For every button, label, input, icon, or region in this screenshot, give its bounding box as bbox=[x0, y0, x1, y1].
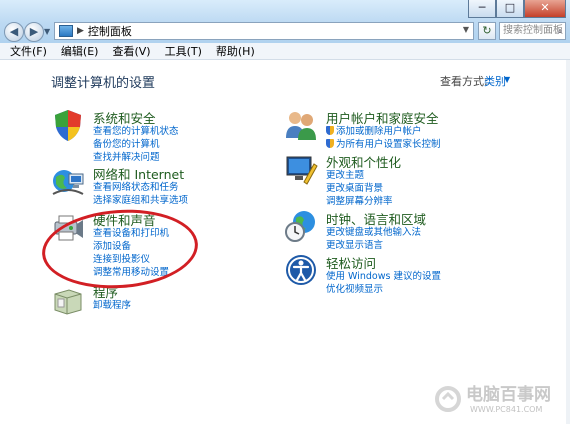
search-placeholder: 搜索控制面板 bbox=[503, 25, 563, 36]
link-view-computer-status[interactable]: 查看您的计算机状态 bbox=[93, 125, 179, 138]
breadcrumb-chevron-icon[interactable]: ▶ bbox=[77, 26, 84, 36]
refresh-button[interactable]: ↻ bbox=[478, 22, 496, 40]
control-panel-window: ─ □ ✕ ◀ ▶ ▼ ▶ 控制面板 ▼ ↻ 搜索控制面板 ⌕ 文件(F) 编辑… bbox=[0, 0, 570, 424]
arrow-right-icon: ▶ bbox=[29, 25, 39, 38]
link-text: 为所有用户设置家长控制 bbox=[336, 139, 441, 150]
users-icon[interactable] bbox=[284, 108, 318, 142]
link-network-status[interactable]: 查看网络状态和任务 bbox=[93, 181, 188, 194]
shield-security-icon[interactable] bbox=[51, 108, 85, 142]
title-bar: ─ □ ✕ ◀ ▶ ▼ ▶ 控制面板 ▼ ↻ 搜索控制面板 ⌕ bbox=[0, 0, 570, 43]
watermark-text: 电脑百事网 bbox=[466, 385, 551, 405]
link-homegroup-sharing[interactable]: 选择家庭组和共享选项 bbox=[93, 194, 188, 207]
view-by-label: 查看方式: bbox=[440, 75, 488, 88]
forward-button[interactable]: ▶ bbox=[24, 22, 44, 42]
address-bar[interactable]: ▶ 控制面板 ▼ bbox=[54, 22, 474, 40]
menu-edit[interactable]: 编辑(E) bbox=[61, 43, 99, 59]
link-screen-resolution[interactable]: 调整屏幕分辨率 bbox=[326, 195, 393, 208]
link-parental-controls[interactable]: 为所有用户设置家长控制 bbox=[326, 138, 441, 151]
page-title: 调整计算机的设置 bbox=[51, 76, 156, 91]
ease-of-access-icon[interactable] bbox=[284, 253, 318, 287]
chevron-down-icon[interactable]: ▼ bbox=[504, 75, 510, 84]
link-text: 添加或删除用户帐户 bbox=[336, 126, 422, 137]
uac-shield-icon bbox=[326, 139, 334, 148]
search-icon[interactable]: ⌕ bbox=[557, 24, 563, 39]
network-globe-icon[interactable] bbox=[51, 164, 85, 198]
menu-tools[interactable]: 工具(T) bbox=[165, 43, 202, 59]
uac-shield-icon bbox=[326, 126, 334, 135]
menu-bar: 文件(F) 编辑(E) 查看(V) 工具(T) 帮助(H) bbox=[0, 43, 570, 60]
link-change-theme[interactable]: 更改主题 bbox=[326, 169, 393, 182]
link-backup-computer[interactable]: 备份您的计算机 bbox=[93, 138, 179, 151]
window-controls: ─ □ ✕ bbox=[468, 0, 566, 18]
link-optimize-display[interactable]: 优化视频显示 bbox=[326, 283, 441, 296]
close-button[interactable]: ✕ bbox=[524, 0, 566, 18]
menu-view[interactable]: 查看(V) bbox=[112, 43, 150, 59]
watermark-url: WWW.PC841.COM bbox=[470, 405, 543, 414]
control-panel-icon bbox=[59, 25, 73, 37]
watermark-logo-icon bbox=[435, 386, 461, 412]
window-right-edge bbox=[566, 60, 570, 424]
arrow-left-icon: ◀ bbox=[9, 25, 19, 38]
breadcrumb-control-panel[interactable]: 控制面板 bbox=[88, 23, 132, 39]
link-add-remove-accounts[interactable]: 添加或删除用户帐户 bbox=[326, 125, 441, 138]
search-input[interactable]: 搜索控制面板 ⌕ bbox=[499, 22, 566, 40]
link-uninstall-program[interactable]: 卸载程序 bbox=[93, 299, 131, 312]
refresh-icon: ↻ bbox=[482, 24, 492, 37]
link-desktop-background[interactable]: 更改桌面背景 bbox=[326, 182, 393, 195]
menu-file[interactable]: 文件(F) bbox=[10, 43, 47, 59]
address-dropdown-icon[interactable]: ▼ bbox=[463, 25, 469, 34]
maximize-button[interactable]: □ bbox=[496, 0, 524, 18]
back-button[interactable]: ◀ bbox=[4, 22, 24, 42]
view-by-dropdown[interactable]: 类别 bbox=[484, 73, 506, 89]
recent-pages-dropdown-icon[interactable]: ▼ bbox=[44, 27, 50, 36]
link-keyboard-input[interactable]: 更改键盘或其他输入法 bbox=[326, 226, 421, 239]
clock-globe-icon[interactable] bbox=[284, 209, 318, 243]
main-content: 调整计算机的设置 查看方式: 类别 ▼ 系统和安全 查看您的计算机状态 备份您的… bbox=[0, 60, 570, 424]
monitor-paint-icon[interactable] bbox=[284, 152, 318, 186]
link-troubleshoot[interactable]: 查找并解决问题 bbox=[93, 151, 179, 164]
link-display-language[interactable]: 更改显示语言 bbox=[326, 239, 421, 252]
menu-help[interactable]: 帮助(H) bbox=[216, 43, 255, 59]
link-recommended-settings[interactable]: 使用 Windows 建议的设置 bbox=[326, 270, 441, 283]
programs-box-icon[interactable] bbox=[51, 282, 85, 316]
minimize-button[interactable]: ─ bbox=[468, 0, 496, 18]
